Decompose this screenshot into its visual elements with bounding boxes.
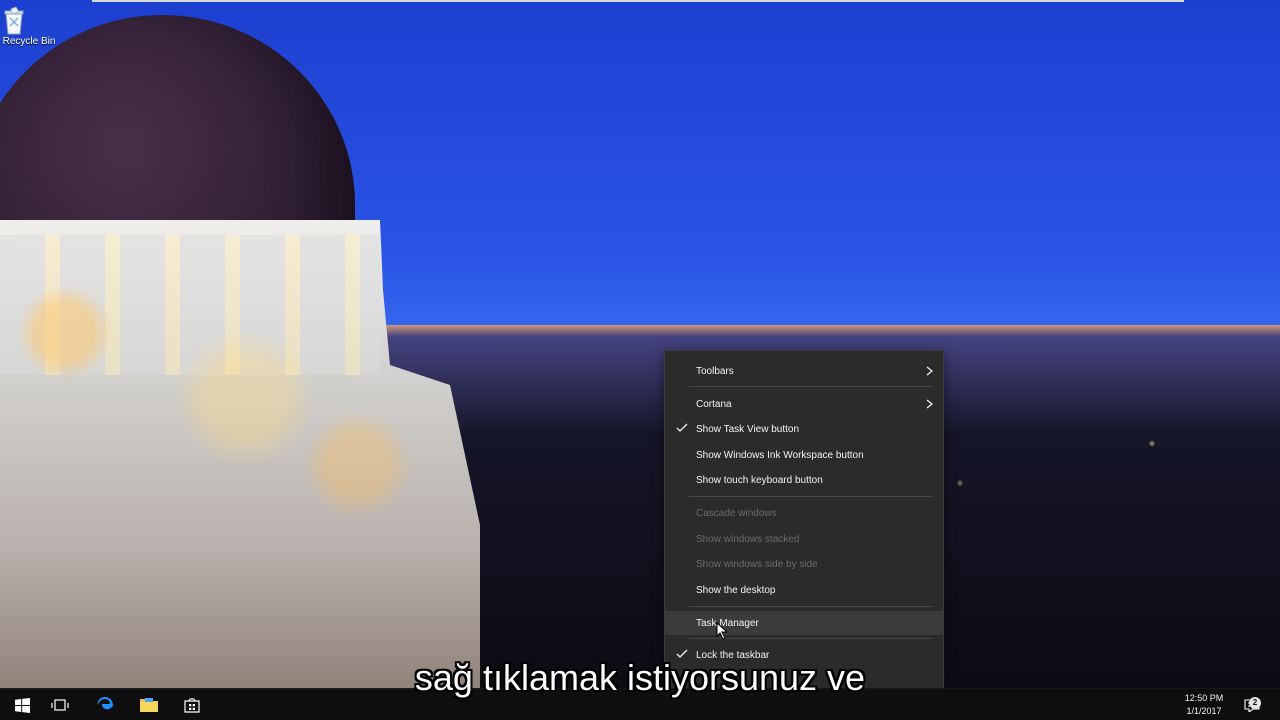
menu-item-label: Toolbars: [696, 365, 734, 377]
checkmark-icon: [676, 423, 688, 432]
menu-item-label: Task Manager: [696, 617, 759, 629]
task-view-button[interactable]: [38, 689, 82, 720]
store-button[interactable]: [170, 689, 214, 720]
menu-item-label: Cortana: [696, 398, 732, 410]
menu-item-label: Show the desktop: [696, 584, 776, 596]
menu-item-label: Show Task View button: [696, 423, 800, 435]
file-explorer-icon: [140, 698, 158, 712]
menu-item-show-windows-ink-workspace-button[interactable]: Show Windows Ink Workspace button: [665, 443, 943, 467]
menu-item-label: Lock the taskbar: [696, 649, 770, 661]
menu-separator: [689, 496, 933, 497]
checkmark-icon: [676, 649, 688, 658]
menu-item-lock-the-taskbar[interactable]: Lock the taskbar: [665, 643, 943, 667]
menu-item-label: Show Windows Ink Workspace button: [696, 449, 864, 461]
menu-item-show-windows-stacked: Show windows stacked: [665, 527, 943, 551]
clock-time: 12:50 PM: [1184, 693, 1224, 703]
chevron-right-icon: [926, 366, 933, 376]
file-explorer-button[interactable]: [127, 689, 171, 720]
top-border-line: [92, 0, 1184, 2]
recycle-bin-label: Recycle Bin: [2, 36, 56, 47]
clock-date: 1/1/2017: [1186, 706, 1222, 716]
menu-separator: [689, 606, 933, 607]
desktop[interactable]: Recycle Bin Toolbars Cortana Show Task V…: [0, 0, 1280, 720]
menu-item-label: Show windows stacked: [696, 533, 800, 545]
observatory-facade-wallpaper: [0, 235, 380, 375]
clock[interactable]: 12:50 PM 1/1/2017: [1174, 692, 1234, 720]
store-icon: [184, 698, 200, 713]
taskbar-context-menu[interactable]: Toolbars Cortana Show Task View button S…: [664, 350, 944, 702]
menu-separator: [689, 638, 933, 639]
edge-browser-icon: [97, 697, 113, 710]
recycle-bin-shortcut[interactable]: Recycle Bin: [0, 6, 58, 66]
notification-count-badge: 2: [1249, 697, 1261, 709]
menu-item-label: Show windows side by side: [696, 558, 818, 570]
menu-item-cortana[interactable]: Cortana: [665, 392, 943, 416]
recycle-bin-icon: [0, 6, 58, 36]
windows-start-icon: [14, 697, 30, 713]
menu-item-task-manager[interactable]: Task Manager: [665, 611, 943, 635]
taskbar[interactable]: 12:50 PM 1/1/2017: [0, 688, 1280, 720]
task-view-icon: [51, 698, 69, 711]
chevron-right-icon: [926, 399, 933, 409]
menu-item-label: Cascade windows: [696, 507, 777, 519]
menu-item-show-the-desktop[interactable]: Show the desktop: [665, 578, 943, 602]
menu-item-show-windows-side-by-side: Show windows side by side: [665, 552, 943, 576]
menu-item-show-task-view-button[interactable]: Show Task View button: [665, 417, 943, 441]
menu-item-toolbars[interactable]: Toolbars: [665, 359, 943, 383]
menu-separator: [689, 386, 933, 387]
edge-browser-button[interactable]: [84, 689, 128, 720]
menu-item-cascade-windows: Cascade windows: [665, 501, 943, 525]
menu-item-label: Show touch keyboard button: [696, 474, 823, 486]
menu-item-show-touch-keyboard-button[interactable]: Show touch keyboard button: [665, 468, 943, 492]
